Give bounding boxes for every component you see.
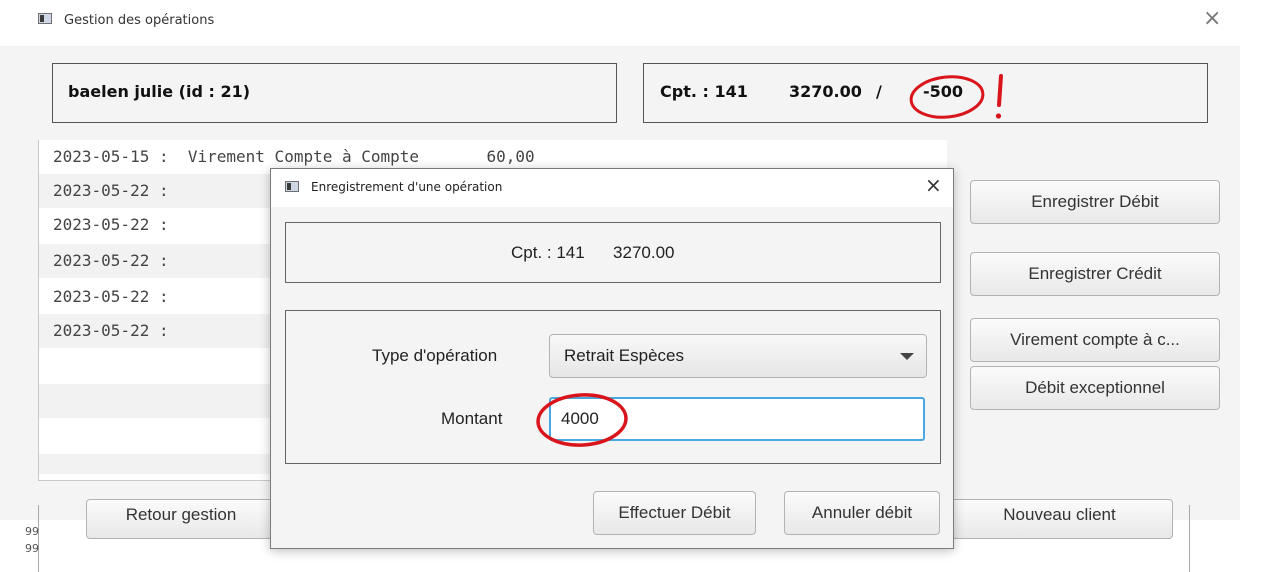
- dialog-title: Enregistrement d'une opération: [311, 180, 503, 194]
- client-info-box: baelen julie (id : 21): [52, 63, 617, 123]
- operation-type-select[interactable]: Retrait Espèces: [549, 334, 927, 378]
- operation-dialog: Enregistrement d'une opération × Cpt. : …: [270, 168, 954, 549]
- dialog-account-box: Cpt. : 141 3270.00: [285, 222, 941, 283]
- dialog-account-info: Cpt. : 141 3270.00: [511, 243, 675, 262]
- cancel-debit-button[interactable]: Annuler débit: [784, 491, 940, 535]
- app-icon: [38, 13, 52, 24]
- dialog-app-icon: [285, 181, 299, 192]
- window-title: Gestion des opérations: [64, 13, 215, 28]
- record-debit-button[interactable]: Enregistrer Débit: [970, 180, 1220, 224]
- chevron-down-icon: [900, 353, 914, 360]
- tiny-label: 99: [25, 525, 39, 538]
- operation-type-label: Type d'opération: [372, 346, 498, 365]
- account-balance: 3270.00: [789, 82, 862, 101]
- account-separator: /: [876, 82, 882, 101]
- amount-input[interactable]: [549, 397, 925, 441]
- client-label: baelen julie (id : 21): [68, 82, 251, 101]
- dialog-titlebar: Enregistrement d'une opération ×: [271, 169, 953, 207]
- transfer-button[interactable]: Virement compte à c...: [970, 318, 1220, 362]
- account-overdraft: -500: [923, 82, 964, 101]
- tiny-label: 99: [25, 542, 39, 555]
- account-info-box: Cpt. : 141 3270.00 / -500: [643, 63, 1208, 123]
- exceptional-debit-button[interactable]: Débit exceptionnel: [970, 366, 1220, 410]
- record-credit-button[interactable]: Enregistrer Crédit: [970, 252, 1220, 296]
- submit-debit-button[interactable]: Effectuer Débit: [593, 491, 756, 535]
- window-close-icon[interactable]: ×: [1203, 8, 1221, 30]
- account-number: Cpt. : 141: [660, 82, 748, 101]
- dialog-close-icon[interactable]: ×: [925, 175, 942, 195]
- window-titlebar: Gestion des opérations ×: [0, 0, 1240, 46]
- amount-label: Montant: [441, 409, 503, 428]
- operation-type-value: Retrait Espèces: [564, 346, 684, 365]
